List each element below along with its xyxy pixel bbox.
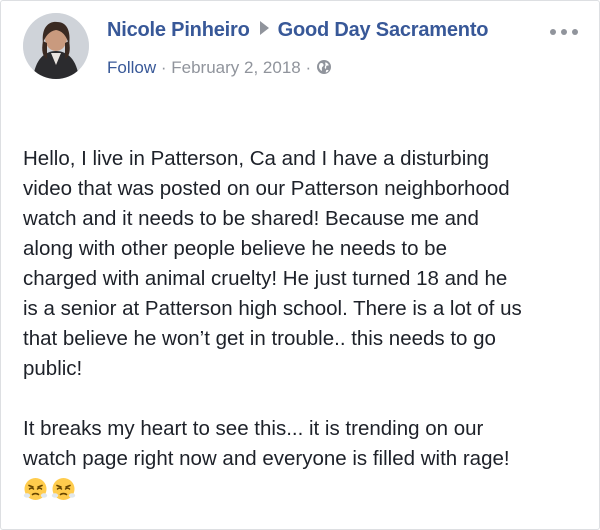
post-author-line: Nicole Pinheiro Good Day Sacramento bbox=[107, 19, 488, 42]
post-text-line: Hello, I live in Patterson, Ca and I hav… bbox=[23, 147, 490, 170]
author-name-link[interactable]: Nicole Pinheiro bbox=[107, 19, 250, 41]
post-text: Hello, I live in Patterson, Ca and I hav… bbox=[23, 144, 583, 506]
post-date-link[interactable]: February 2, 2018 bbox=[171, 58, 300, 77]
post-meta: Follow · February 2, 2018 · bbox=[107, 58, 332, 78]
group-name-link[interactable]: Good Day Sacramento bbox=[278, 19, 489, 41]
shared-to-arrow-icon bbox=[259, 21, 269, 35]
post-text-line: watch and it needs to be shared! Because… bbox=[23, 207, 479, 230]
post-paragraph: It breaks my heart to see this... it is … bbox=[23, 414, 583, 506]
post-text-line: charged with animal cruelty! He just tur… bbox=[23, 267, 508, 290]
follow-button[interactable]: Follow bbox=[107, 58, 156, 77]
globe-icon[interactable] bbox=[316, 59, 332, 75]
steaming-face-emoji-icon bbox=[23, 476, 48, 501]
post-text-line: watch page right now and everyone is fil… bbox=[23, 447, 510, 470]
post-paragraph: Hello, I live in Patterson, Ca and I hav… bbox=[23, 144, 583, 384]
post-text-line: that believe he won’t get in trouble.. t… bbox=[23, 327, 496, 350]
more-options-icon[interactable] bbox=[549, 26, 581, 38]
post-text-line: along with other people believe he needs… bbox=[23, 237, 447, 260]
post-card: Nicole Pinheiro Good Day Sacramento Follo… bbox=[0, 0, 600, 530]
post-text-line: It breaks my heart to see this... it is … bbox=[23, 417, 484, 440]
post-text-line: public! bbox=[23, 357, 83, 380]
steaming-face-emoji-icon bbox=[51, 476, 76, 501]
emoji-row bbox=[23, 474, 583, 506]
meta-separator: · bbox=[160, 58, 167, 77]
post-text-line: is a senior at Patterson high school. Th… bbox=[23, 297, 522, 320]
author-avatar[interactable] bbox=[23, 13, 89, 79]
post-header: Nicole Pinheiro Good Day Sacramento Follo… bbox=[23, 13, 581, 85]
meta-separator: · bbox=[305, 58, 312, 77]
post-text-line: video that was posted on our Patterson n… bbox=[23, 177, 510, 200]
